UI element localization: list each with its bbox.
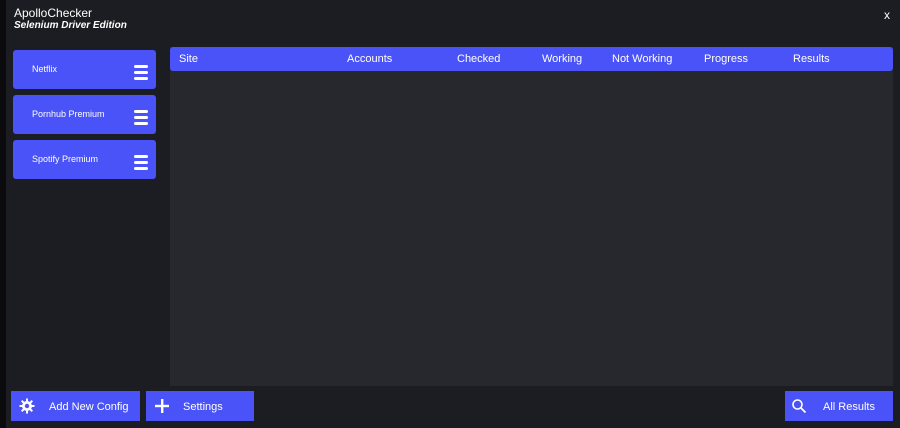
- column-header-accounts[interactable]: Accounts: [347, 53, 392, 65]
- hamburger-icon[interactable]: [134, 65, 148, 81]
- column-header-checked[interactable]: Checked: [457, 53, 500, 65]
- config-label: Netflix: [32, 64, 58, 74]
- close-button[interactable]: x: [884, 8, 890, 22]
- app-subtitle: Selenium Driver Edition: [14, 20, 127, 31]
- config-card-netflix[interactable]: Netflix: [13, 50, 156, 89]
- column-header-results[interactable]: Results: [793, 53, 830, 65]
- settings-label: Settings: [183, 401, 223, 413]
- config-card-spotify-premium[interactable]: Spotify Premium: [13, 140, 156, 179]
- add-new-config-label: Add New Config: [49, 401, 129, 413]
- results-table[interactable]: Site Accounts Checked Working Not Workin…: [170, 47, 893, 386]
- all-results-button[interactable]: All Results: [785, 391, 893, 421]
- plus-icon: [154, 398, 170, 419]
- settings-button[interactable]: Settings: [146, 391, 254, 421]
- table-header: Site Accounts Checked Working Not Workin…: [170, 47, 893, 71]
- config-label: Pornhub Premium: [32, 109, 105, 119]
- column-header-not-working[interactable]: Not Working: [612, 53, 672, 65]
- app-title: ApolloChecker: [14, 6, 93, 20]
- config-label: Spotify Premium: [32, 154, 99, 164]
- hamburger-icon[interactable]: [134, 155, 148, 171]
- column-header-site[interactable]: Site: [179, 53, 198, 65]
- column-header-progress[interactable]: Progress: [704, 53, 748, 65]
- app-window: ApolloChecker Selenium Driver Edition x …: [6, 0, 900, 428]
- add-new-config-button[interactable]: Add New Config: [11, 391, 140, 421]
- gear-icon: [19, 398, 35, 419]
- config-card-pornhub-premium[interactable]: Pornhub Premium: [13, 95, 156, 134]
- search-icon: [791, 398, 807, 419]
- column-header-working[interactable]: Working: [542, 53, 582, 65]
- all-results-label: All Results: [823, 401, 875, 413]
- hamburger-icon[interactable]: [134, 110, 148, 126]
